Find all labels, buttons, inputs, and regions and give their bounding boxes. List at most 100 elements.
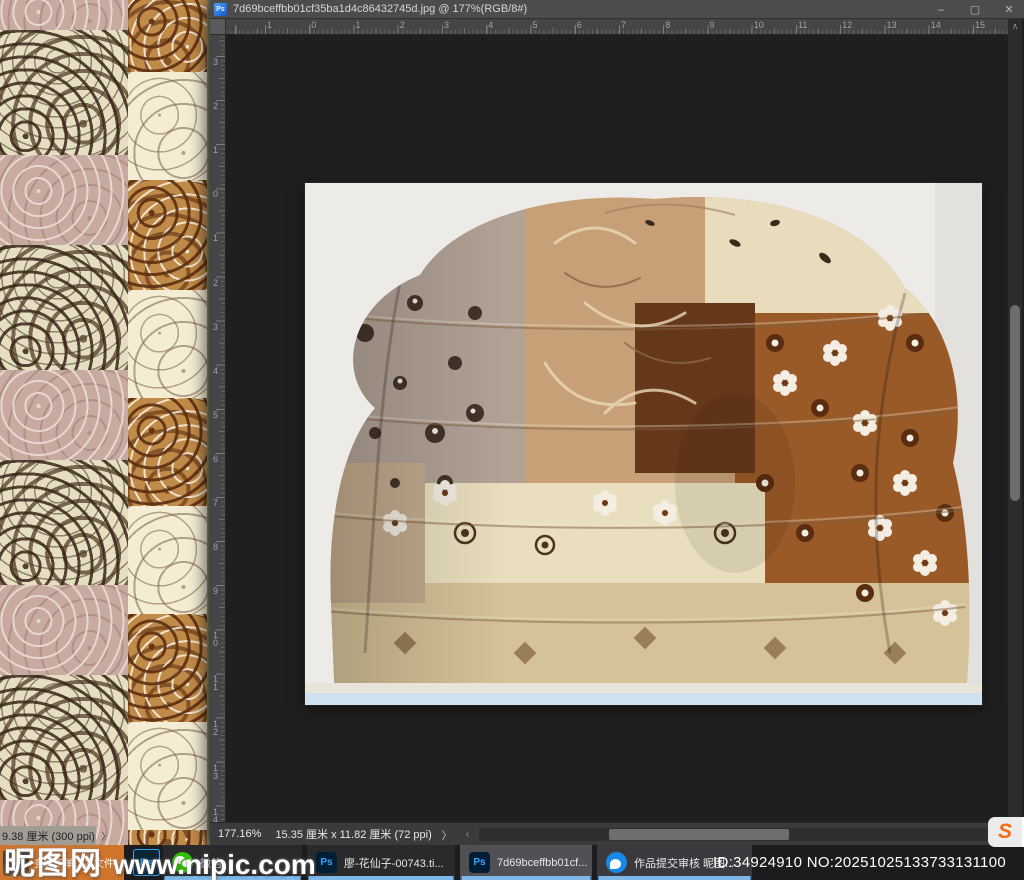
window-title: 7d69bceffbb01cf35ba1d4c86432745d.jpg @ 1… <box>233 3 527 15</box>
scroll-left-icon[interactable]: ‹ <box>466 829 469 840</box>
ps-icon: Ps <box>316 852 337 873</box>
pattern-patch <box>128 722 207 830</box>
pattern-patch <box>0 0 128 30</box>
v-ruler-number: 1 1 <box>213 675 218 691</box>
h-ruler-number: 1 <box>267 20 272 30</box>
pattern-patch <box>128 72 207 180</box>
pattern-patch <box>0 585 128 675</box>
v-ruler-number: 1 <box>213 234 218 242</box>
horizontal-ruler[interactable]: 10123456789101112131415 <box>226 19 1008 35</box>
taskbar-item[interactable]: Ps 7d69bceffbb01cf... <box>460 845 592 880</box>
pattern-patch <box>128 398 207 506</box>
chevron-icon[interactable]: 〉 <box>101 828 111 843</box>
photoshop-window: Ps 7d69bceffbb01cf35ba1d4c86432745d.jpg … <box>210 0 1024 845</box>
close-button[interactable]: ✕ <box>1000 3 1018 16</box>
pattern-patch <box>128 830 207 845</box>
minimize-button[interactable]: – <box>932 4 950 16</box>
v-ruler-number: 1 3 <box>213 764 218 780</box>
vertical-scrollbar[interactable]: ∧ <box>1008 19 1022 822</box>
ruler-corner[interactable] <box>210 19 226 35</box>
canvas-area[interactable] <box>226 35 1008 822</box>
v-ruler-number: 3 <box>213 58 218 66</box>
qq-browser-icon <box>606 852 627 873</box>
document-image[interactable] <box>305 183 982 705</box>
taskbar-item-label: 微信 <box>200 855 222 871</box>
v-ruler-number: 6 <box>213 455 218 463</box>
window-controls: – ▢ ✕ <box>932 0 1018 19</box>
pattern-patch <box>0 245 128 370</box>
v-ruler-number: 5 <box>213 411 218 419</box>
vertical-ruler[interactable]: 32101234567891 01 11 21 31 4 <box>210 35 226 822</box>
jacket-photo-illustration <box>305 183 982 705</box>
pattern-patch <box>0 675 128 800</box>
background-document-pattern[interactable]: 9.38 厘米 (300 ppi) 〉 <box>0 0 210 845</box>
h-ruler-number: 1 <box>356 20 361 30</box>
taskbar-active-indicator <box>308 876 454 880</box>
v-ruler-number: 2 <box>213 279 218 287</box>
pattern-patch <box>128 290 207 398</box>
horizontal-scrollbar[interactable] <box>479 828 1002 841</box>
horizontal-scrollbar-thumb[interactable] <box>609 829 789 840</box>
zoom-level[interactable]: 177.16% <box>218 828 261 840</box>
taskbar-active-indicator <box>164 876 301 880</box>
h-ruler-number: 15 <box>975 20 985 30</box>
v-ruler-number: 1 2 <box>213 720 218 736</box>
h-ruler-number: 6 <box>577 20 582 30</box>
sogou-s-icon: S <box>998 820 1012 844</box>
pattern-patch <box>0 460 128 585</box>
scroll-up-icon[interactable]: ∧ <box>1008 19 1022 33</box>
pattern-patch <box>128 614 207 722</box>
desktop: 9.38 厘米 (300 ppi) 〉 Ps 7d69bceffbb01cf35… <box>0 0 1024 880</box>
id-watermark: ID:34924910 NO:20251025133733131100 <box>713 845 1006 880</box>
pattern-patch <box>0 30 128 155</box>
ps-icon: Ps <box>469 852 490 873</box>
v-ruler-number: 1 0 <box>213 631 218 647</box>
v-ruler-number: 2 <box>213 102 218 110</box>
titlebar[interactable]: Ps 7d69bceffbb01cf35ba1d4c86432745d.jpg … <box>210 0 1024 19</box>
v-ruler-number: 4 <box>213 367 218 375</box>
v-ruler-number: 1 <box>213 146 218 154</box>
vertical-scrollbar-thumb[interactable] <box>1010 305 1020 501</box>
h-ruler-number: 12 <box>842 20 852 30</box>
taskbar: 多彩下单、发文件 Ps 微信 Ps 廖-花仙子-00743.ti... Ps 7d69b… <box>0 845 1024 880</box>
taskbar-app-buttons: 微信 Ps 廖-花仙子-00743.ti... Ps 7d69bceffbb01cf..… <box>163 845 752 880</box>
taskbar-item[interactable]: 微信 <box>163 845 302 880</box>
taskbar-contact-item[interactable]: 多彩下单、发文件 <box>0 845 124 880</box>
h-ruler-number: 4 <box>488 20 493 30</box>
sogou-widget[interactable]: S <box>988 817 1024 847</box>
v-ruler-number: 0 <box>213 190 218 198</box>
document-size: 15.35 厘米 x 11.82 厘米 (72 ppi) <box>275 826 431 842</box>
statusbar: 177.16% 15.35 厘米 x 11.82 厘米 (72 ppi) 〉 ‹… <box>210 822 1024 845</box>
v-ruler-number: 9 <box>213 587 218 595</box>
h-ruler-number: 2 <box>400 20 405 30</box>
contact-label: 多彩下单、发文件 <box>34 855 114 870</box>
taskbar-active-indicator <box>461 876 591 880</box>
background-doc-size: 9.38 厘米 (300 ppi) <box>2 828 95 844</box>
pattern-patch <box>128 180 207 290</box>
h-ruler-number: 0 <box>311 20 316 30</box>
pattern-patch <box>128 506 207 614</box>
maximize-button[interactable]: ▢ <box>966 3 984 16</box>
taskbar-item[interactable]: Ps 廖-花仙子-00743.ti... <box>307 845 455 880</box>
h-ruler-number: 7 <box>621 20 626 30</box>
pattern-patch <box>0 155 128 245</box>
avatar <box>3 850 29 876</box>
h-ruler-number: 9 <box>710 20 715 30</box>
pattern-patch <box>0 370 128 460</box>
psd-file-icon: Ps <box>214 3 227 16</box>
v-ruler-number: 3 <box>213 323 218 331</box>
taskbar-photoshop-pinned-icon[interactable]: Ps <box>133 849 160 876</box>
h-ruler-number: 8 <box>665 20 670 30</box>
h-ruler-number: 5 <box>533 20 538 30</box>
v-ruler-number: 7 <box>213 499 218 507</box>
pattern-patch <box>128 0 207 72</box>
h-ruler-number: 14 <box>931 20 941 30</box>
status-chevron-icon[interactable]: 〉 <box>442 827 452 842</box>
h-ruler-number: 3 <box>444 20 449 30</box>
v-ruler-number: 8 <box>213 543 218 551</box>
background-statusbar: 9.38 厘米 (300 ppi) 〉 <box>0 826 96 845</box>
taskbar-item-label: 廖-花仙子-00743.ti... <box>344 855 444 871</box>
h-ruler-number: 10 <box>754 20 764 30</box>
taskbar-item-label: 7d69bceffbb01cf... <box>497 857 587 869</box>
wechat-icon <box>172 852 193 873</box>
